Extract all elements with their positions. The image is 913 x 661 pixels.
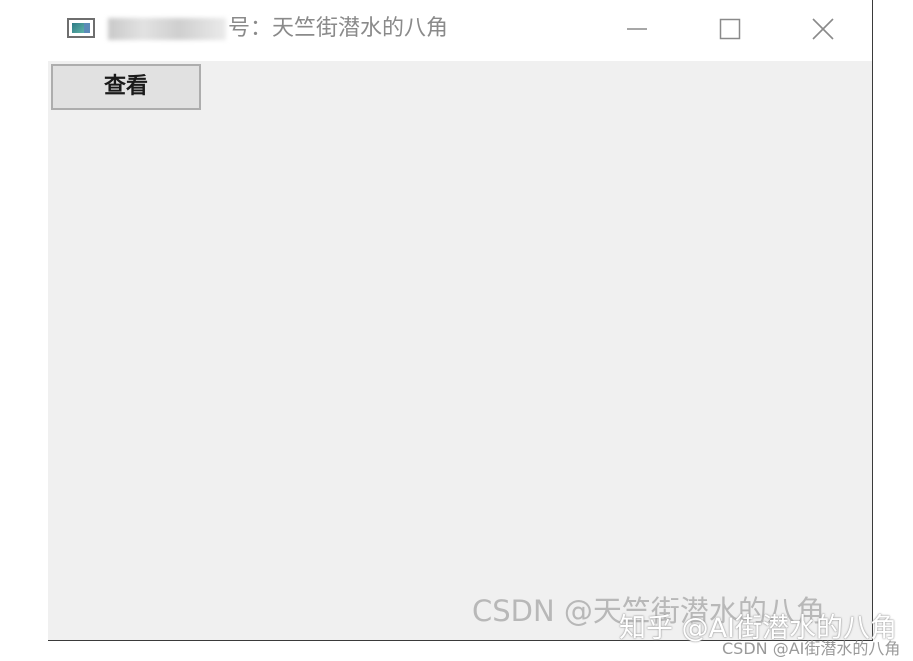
- close-icon: [812, 18, 834, 40]
- app-icon-pane-left: [72, 23, 84, 33]
- window-title: 号：天竺街潜水的八角: [108, 14, 448, 44]
- app-window: 号：天竺街潜水的八角 查看: [48, 0, 873, 641]
- redacted-title-region: [108, 18, 226, 40]
- minimize-button[interactable]: [614, 10, 660, 48]
- csdn-watermark-small: CSDN @AI街潜水的八角: [722, 639, 901, 658]
- title-bar[interactable]: 号：天竺街潜水的八角: [48, 0, 872, 61]
- client-area: 查看: [48, 61, 872, 640]
- minimize-icon: [627, 28, 647, 30]
- view-button[interactable]: 查看: [51, 64, 201, 110]
- maximize-icon: [719, 18, 741, 40]
- maximize-button[interactable]: [707, 10, 753, 48]
- screenshot-page: 号：天竺街潜水的八角 查看 CSDN @天竺街潜水的八角 知乎 @AI街潜水的八…: [0, 0, 913, 661]
- app-icon-pane-right: [84, 23, 90, 33]
- close-button[interactable]: [800, 10, 846, 48]
- app-window-icon[interactable]: [67, 18, 95, 38]
- window-title-text: 号：天竺街潜水的八角: [228, 16, 449, 41]
